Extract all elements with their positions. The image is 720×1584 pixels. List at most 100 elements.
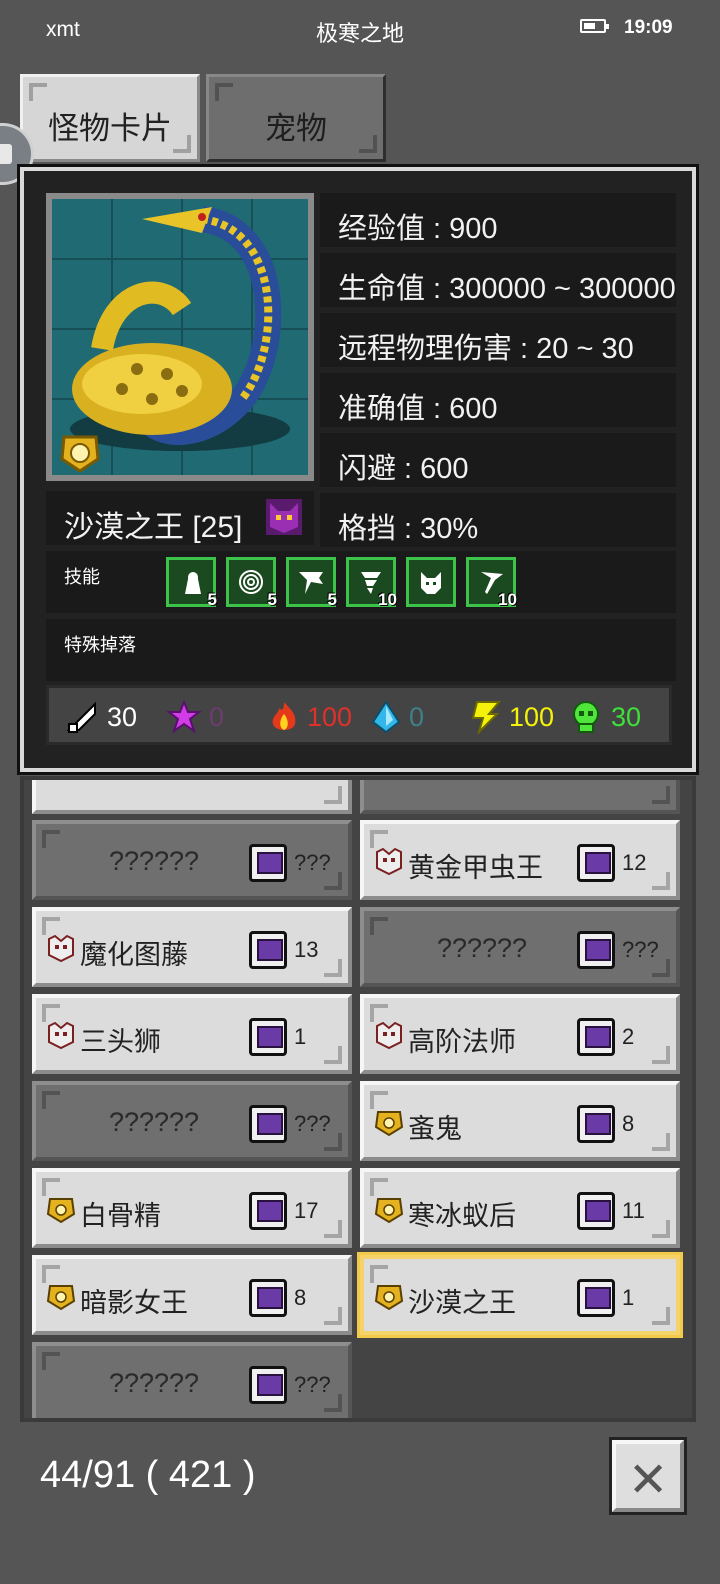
location-title: 极寒之地 <box>315 21 404 46</box>
physical-icon <box>66 701 96 733</box>
demon-face-icon <box>266 499 302 535</box>
monster-name-row: 沙漠之王 [25] <box>46 491 314 545</box>
hooded-figure-icon <box>185 572 201 594</box>
skill-slot-4[interactable]: 10 <box>346 557 397 609</box>
monster-name: 寒冰蚁后 <box>408 1201 516 1231</box>
card-count: ??? <box>294 1111 331 1136</box>
list-item[interactable]: 黄金甲虫王 12 <box>360 820 680 900</box>
resist-lightning-value: 100 <box>509 702 555 732</box>
card-count: 8 <box>622 1111 635 1136</box>
boss-badge-icon <box>46 1285 76 1311</box>
skill-level: 5 <box>327 590 337 609</box>
assist-icon <box>0 144 12 164</box>
monster-name: 沙漠之王 <box>408 1288 516 1318</box>
resist-arcane-value: 0 <box>209 702 225 732</box>
card-icon <box>249 1105 287 1143</box>
card-icon <box>577 1192 615 1230</box>
card-icon <box>249 1192 287 1230</box>
resist-poison-value: 30 <box>611 702 642 732</box>
card-count: 1 <box>294 1024 307 1049</box>
list-item[interactable]: ?????? ??? <box>360 907 680 987</box>
arcane-icon <box>167 700 201 734</box>
ice-icon <box>371 700 401 734</box>
resist-physical-value: 30 <box>107 702 138 732</box>
list-item[interactable]: 三头狮 1 <box>32 994 352 1074</box>
monster-card-panel: 经验值 : 900 生命值 : 300000 ~ 300000 远程物理伤害 :… <box>17 164 699 775</box>
list-item[interactable]: 白骨精 17 <box>32 1168 352 1248</box>
stat-ranged-damage: 远程物理伤害 : 20 ~ 30 <box>320 313 676 367</box>
status-bar: xmt 极寒之地 19:09 <box>0 0 720 60</box>
shatter-icon <box>299 572 323 594</box>
elite-skull-icon <box>48 934 74 963</box>
stat-exp-text: 经验值 : 900 <box>338 213 498 245</box>
stat-exp: 经验值 : 900 <box>320 193 676 247</box>
monster-name: 蚉鬼 <box>408 1114 462 1144</box>
card-count: ??? <box>294 1372 331 1397</box>
poison-icon <box>573 701 599 733</box>
monster-card-list[interactable]: ?????? ??? 黄金甲虫王 12 魔化图藤 13 ?????? ??? 三… <box>20 776 696 1422</box>
tab-label: 怪物卡片 <box>48 111 172 146</box>
clock: 19:09 <box>624 17 673 38</box>
monster-name: ?????? <box>108 1368 200 1398</box>
skill-slot-2[interactable]: 5 <box>226 557 277 609</box>
card-icon <box>249 931 287 969</box>
list-item[interactable]: 沙漠之王 1 <box>360 1255 680 1335</box>
list-item[interactable]: 暗影女王 8 <box>32 1255 352 1335</box>
monster-name: ?????? <box>108 846 200 876</box>
skills-row: 技能 5 5 5 10 10 <box>46 551 676 613</box>
skill-slot-6[interactable]: 10 <box>466 557 517 609</box>
monster-name: 沙漠之王 [25] <box>64 511 243 544</box>
list-item[interactable]: 魔化图藤 13 <box>32 907 352 987</box>
card-icon <box>249 844 287 882</box>
monster-name: 魔化图藤 <box>80 940 188 970</box>
spiral-icon <box>239 570 263 594</box>
monster-name: ?????? <box>436 933 528 963</box>
gold-rank-badge-icon <box>60 435 100 473</box>
list-item[interactable]: ?????? ??? <box>32 1081 352 1161</box>
card-icon <box>249 1018 287 1056</box>
list-item[interactable]: ?????? ??? <box>32 1342 352 1418</box>
skills-label: 技能 <box>64 567 100 587</box>
skill-level: 10 <box>498 590 517 609</box>
list-item[interactable]: 蚉鬼 8 <box>360 1081 680 1161</box>
tab-monster-cards[interactable]: 怪物卡片 <box>20 74 200 162</box>
lightning-icon <box>471 701 502 734</box>
stat-hp: 生命值 : 300000 ~ 300000 <box>320 253 676 307</box>
special-drops-row: 特殊掉落 <box>46 619 676 681</box>
card-icon <box>577 931 615 969</box>
list-item-partial[interactable] <box>360 780 680 814</box>
fire-icon <box>272 702 296 730</box>
card-icon <box>577 1018 615 1056</box>
card-count: 1 <box>622 1285 635 1310</box>
tab-pets[interactable]: 宠物 <box>206 74 386 162</box>
skill-slot-1[interactable]: 5 <box>166 557 217 609</box>
boss-badge-icon <box>374 1285 404 1311</box>
card-count: ??? <box>294 850 331 875</box>
card-count: 2 <box>622 1024 635 1049</box>
card-icon <box>577 1279 615 1317</box>
boss-badge-icon <box>374 1111 404 1137</box>
card-icon <box>249 1279 287 1317</box>
resist-fire-value: 100 <box>307 702 353 732</box>
monster-name: ?????? <box>108 1107 200 1137</box>
card-icon <box>249 1366 287 1404</box>
skill-level: 5 <box>207 590 217 609</box>
elite-skull-icon <box>376 1021 402 1050</box>
stat-ranged-damage-text: 远程物理伤害 : 20 ~ 30 <box>338 333 634 365</box>
boss-badge-icon <box>374 1198 404 1224</box>
elite-skull-icon <box>376 847 402 876</box>
skill-slot-5[interactable] <box>406 557 456 607</box>
list-item-partial[interactable] <box>32 780 352 814</box>
tab-label: 宠物 <box>265 111 327 146</box>
close-button[interactable]: ✕ <box>609 1437 687 1515</box>
collection-counter: 44/91 ( 421 ) <box>40 1454 256 1496</box>
card-count: ??? <box>622 937 659 962</box>
skill-level: 5 <box>267 590 277 609</box>
monster-name: 黄金甲虫王 <box>408 853 543 883</box>
skill-slot-3[interactable]: 5 <box>286 557 337 609</box>
list-item[interactable]: 高阶法师 2 <box>360 994 680 1074</box>
list-item[interactable]: 寒冰蚁后 11 <box>360 1168 680 1248</box>
list-item[interactable]: ?????? ??? <box>32 820 352 900</box>
stat-accuracy-text: 准确值 : 600 <box>338 393 498 425</box>
close-icon: ✕ <box>628 1454 669 1507</box>
